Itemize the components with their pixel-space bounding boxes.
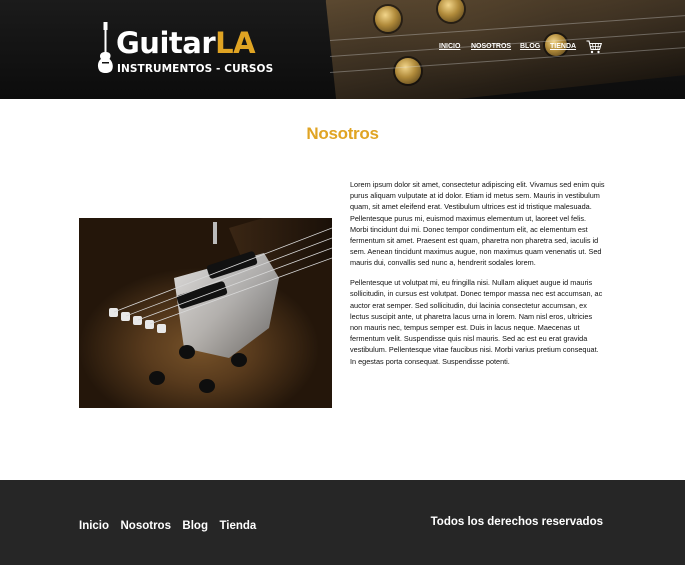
logo-accent-text: LA (215, 26, 256, 60)
guitar-logo-icon (97, 22, 113, 73)
page-title: Nosotros (306, 124, 379, 143)
footer-nav: Inicio Nosotros Blog Tienda (79, 516, 263, 534)
cart-icon[interactable] (586, 40, 602, 54)
nav-link-nosotros[interactable]: NOSOTROS (471, 43, 511, 50)
site-footer: Inicio Nosotros Blog Tienda Todos los de… (0, 480, 685, 565)
nav-link-blog[interactable]: BLOG (520, 43, 540, 50)
about-text: Lorem ipsum dolor sit amet, consectetur … (350, 179, 606, 375)
site-header: GuitarLA INSTRUMENTOS - CURSOS INICIO NO… (0, 0, 685, 99)
tuning-peg (395, 58, 421, 84)
footer-link-nosotros[interactable]: Nosotros (120, 520, 170, 532)
copyright-text: Todos los derechos reservados (430, 516, 603, 528)
site-logo[interactable]: GuitarLA INSTRUMENTOS - CURSOS (96, 22, 273, 75)
footer-link-blog[interactable]: Blog (182, 520, 208, 532)
nav-link-tienda[interactable]: TIENDA (550, 43, 576, 50)
logo-tagline: INSTRUMENTOS - CURSOS (117, 63, 274, 75)
logo-wordmark: GuitarLA (116, 26, 256, 60)
about-paragraph: Pellentesque ut volutpat mi, eu fringill… (350, 278, 603, 366)
guitar-illustration (79, 218, 332, 408)
about-paragraph: Lorem ipsum dolor sit amet, consectetur … (350, 180, 605, 268)
electric-guitar-photo (79, 218, 332, 408)
footer-link-inicio[interactable]: Inicio (79, 520, 109, 532)
logo-main-text: Guitar (116, 26, 216, 60)
tuning-peg (375, 6, 401, 32)
nav-link-inicio[interactable]: INICIO (439, 43, 460, 50)
footer-link-tienda[interactable]: Tienda (219, 520, 256, 532)
